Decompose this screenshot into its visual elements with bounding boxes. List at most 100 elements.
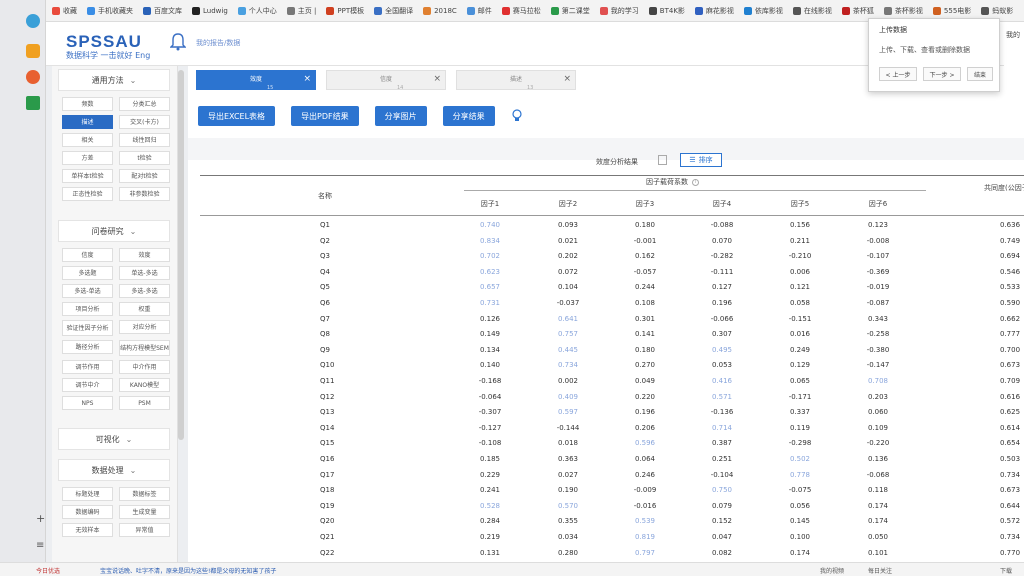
bookmark-item[interactable]: 收藏: [52, 6, 77, 16]
share-image-button[interactable]: 分享图片: [374, 106, 427, 126]
bookmark-icon: [466, 6, 475, 15]
sidebar-method-button[interactable]: 项目分析: [62, 302, 113, 316]
app-icon[interactable]: [26, 96, 40, 110]
add-icon[interactable]: +: [36, 512, 45, 525]
item-name-cell: Q22: [320, 548, 335, 557]
star-icon[interactable]: [26, 44, 40, 58]
bookmark-item[interactable]: 我的学习: [599, 6, 639, 16]
bookmark-item[interactable]: 主页 |: [286, 6, 316, 16]
sidebar-method-button[interactable]: 数据标签: [119, 487, 170, 501]
bookmark-item[interactable]: PPT模板: [326, 6, 364, 16]
document-icon[interactable]: [658, 155, 667, 165]
sidebar-method-button[interactable]: 交叉(卡方): [119, 115, 170, 129]
sidebar-method-button[interactable]: 正态性检验: [62, 187, 113, 201]
sidebar-method-button[interactable]: 频数: [62, 97, 113, 111]
sidebar-method-button[interactable]: 对应分析: [119, 320, 170, 334]
sidebar-method-button[interactable]: 标题处理: [62, 487, 113, 501]
my-video-link[interactable]: 我的视频: [820, 566, 844, 575]
prev-step-button[interactable]: < 上一步: [879, 67, 917, 81]
export-pdf-button[interactable]: 导出PDF结果: [291, 106, 359, 126]
sidebar-method-button[interactable]: 效度: [119, 248, 170, 262]
bookmark-item[interactable]: 茶杯狐: [841, 6, 874, 16]
sidebar-method-button[interactable]: 多选-多选: [119, 284, 170, 298]
sidebar-method-button[interactable]: 单样本t检验: [62, 169, 113, 183]
close-icon[interactable]: ×: [303, 71, 311, 88]
sidebar-method-button[interactable]: 相关: [62, 133, 113, 147]
bookmark-item[interactable]: 在线影视: [792, 6, 832, 16]
bookmark-item[interactable]: 赛马拉松: [501, 6, 541, 16]
sidebar-method-button[interactable]: t检验: [119, 151, 170, 165]
menu-icon[interactable]: ≡: [36, 540, 44, 551]
sidebar-method-button[interactable]: 权重: [119, 302, 170, 316]
sidebar-method-button[interactable]: 调节中介: [62, 378, 113, 392]
sidebar-section-header[interactable]: 数据处理 ⌄: [58, 459, 170, 481]
result-tab[interactable]: 效度 15 ×: [196, 70, 316, 91]
sidebar-method-button[interactable]: 单选-多选: [119, 266, 170, 280]
bookmark-item[interactable]: 手机收藏夹: [87, 6, 133, 16]
sidebar-method-button[interactable]: 分类汇总: [119, 97, 170, 111]
bell-icon[interactable]: [170, 33, 186, 51]
bookmark-item[interactable]: 邮件: [466, 6, 492, 16]
loading-cell: 0.641: [557, 314, 579, 323]
sidebar-section-header[interactable]: 可视化 ⌄: [58, 428, 170, 450]
sidebar-method-button[interactable]: 配对t检验: [119, 169, 170, 183]
sidebar-method-button[interactable]: 线性回归: [119, 133, 170, 147]
lightbulb-icon[interactable]: [511, 109, 523, 123]
sidebar-method-button[interactable]: 异常值: [119, 523, 170, 537]
sidebar-method-button[interactable]: NPS: [62, 396, 113, 410]
today-picks[interactable]: 今日优选: [36, 566, 60, 575]
sidebar-method-button[interactable]: 验证性因子分析: [62, 320, 113, 336]
bookmark-item[interactable]: 个人中心: [237, 6, 277, 16]
bookmark-item[interactable]: 依库影视: [743, 6, 783, 16]
download-link[interactable]: 下载: [1000, 566, 1012, 575]
sidebar-method-button[interactable]: 多选题: [62, 266, 113, 280]
news-ticker[interactable]: 宝宝说话晚、吐字不清，原来是因为这些!都是父母的无知害了孩子: [100, 566, 276, 575]
sidebar-method-button[interactable]: 中介作用: [119, 360, 170, 374]
table-row: Q10 0.140 0.734 0.270 0.053 0.129 -0.147 0.673: [200, 361, 1024, 377]
sort-button[interactable]: ☰ 排序: [680, 153, 722, 167]
result-tab[interactable]: 信度 14 ×: [326, 70, 446, 91]
next-step-button[interactable]: 下一步 >: [923, 67, 961, 81]
bookmark-item[interactable]: 全国翻译: [374, 6, 413, 16]
bookmark-item[interactable]: BT4K影: [648, 6, 685, 16]
sidebar-method-button[interactable]: 描述: [62, 115, 113, 129]
close-icon[interactable]: ×: [563, 71, 571, 88]
sidebar-scrollbar[interactable]: [178, 70, 184, 440]
browser-icon[interactable]: [26, 14, 40, 28]
loading-cell: 0.363: [557, 455, 579, 463]
daily-follow-link[interactable]: 每日关注: [868, 566, 892, 575]
bookmark-item[interactable]: Ludwig: [192, 6, 228, 15]
bookmark-item[interactable]: 2018C: [423, 6, 457, 15]
export-excel-button[interactable]: 导出EXCEL表格: [198, 106, 276, 126]
bookmark-item[interactable]: 茶杯影视: [883, 6, 923, 16]
result-tab[interactable]: 描述 13 ×: [456, 70, 576, 91]
sidebar-section-header[interactable]: 问卷研究 ⌄: [58, 220, 170, 242]
sidebar-section-header[interactable]: 通用方法 ⌄: [58, 69, 170, 91]
bookmark-item[interactable]: 麻花影视: [694, 6, 734, 16]
right-edge-label[interactable]: 我的: [1004, 22, 1024, 66]
sidebar-method-button[interactable]: 生成变量: [119, 505, 170, 519]
sidebar-method-button[interactable]: 无效样本: [62, 523, 113, 537]
share-result-button[interactable]: 分享结果: [442, 106, 495, 126]
logo[interactable]: SPSSAU: [66, 32, 142, 52]
info-icon[interactable]: i: [692, 178, 699, 186]
sidebar-method-button[interactable]: 信度: [62, 248, 113, 262]
sidebar-method-button[interactable]: 多选-单选: [62, 284, 113, 298]
sidebar-method-button[interactable]: 调节作用: [62, 360, 113, 374]
sidebar-method-button[interactable]: PSM: [119, 396, 170, 410]
my-reports-link[interactable]: 我的报告/数据: [196, 38, 240, 48]
sort-label: 排序: [698, 156, 713, 164]
sidebar-method-button[interactable]: KANO模型: [119, 378, 170, 392]
close-icon[interactable]: ×: [433, 71, 441, 88]
sidebar-method-button[interactable]: 方差: [62, 151, 113, 165]
sidebar-method-button[interactable]: 非参数检验: [119, 187, 170, 201]
bookmark-item[interactable]: 蚂蚁影: [981, 6, 1013, 16]
bookmark-item[interactable]: 百度文库: [143, 6, 182, 16]
end-button[interactable]: 结束: [967, 67, 993, 81]
sidebar-method-button[interactable]: 路径分析: [62, 340, 113, 354]
sidebar-method-button[interactable]: 数据编码: [62, 505, 113, 519]
weibo-icon[interactable]: [26, 70, 40, 84]
sidebar-method-button[interactable]: 结构方程模型SEM: [119, 340, 170, 356]
bookmark-item[interactable]: 第二课堂: [550, 6, 590, 16]
bookmark-item[interactable]: 555电影: [932, 6, 971, 16]
